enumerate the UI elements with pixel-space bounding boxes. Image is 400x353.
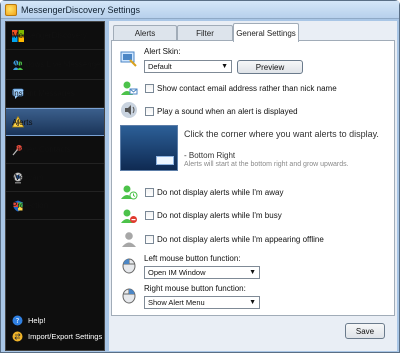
left-mouse-value: Open IM Window	[148, 268, 206, 277]
svg-text:?: ?	[16, 317, 20, 325]
offline-label: Do not display alerts while I'm appearin…	[157, 235, 324, 244]
corner-instructions: Click the corner where you want alerts t…	[184, 129, 379, 139]
right-mouse-value: Show Alert Menu	[148, 298, 205, 307]
corner-value: - Bottom Right	[184, 151, 236, 160]
sidebar-item-label: MessengerDiscovery	[12, 31, 87, 40]
tab-filter[interactable]: Filter	[177, 25, 233, 41]
help-link[interactable]: ? Help!	[6, 312, 104, 328]
left-mouse-select[interactable]: Open IM Window ▼	[144, 266, 260, 279]
tab-strip: Alerts Filter General Settings	[109, 23, 397, 42]
status-away-icon	[120, 183, 138, 201]
offline-checkbox[interactable]	[145, 235, 154, 244]
chevron-down-icon: ▼	[249, 299, 256, 306]
save-button[interactable]: Save	[345, 323, 385, 339]
alert-skin-select[interactable]: Default ▼	[144, 60, 232, 73]
right-mouse-select[interactable]: Show Alert Menu ▼	[144, 296, 260, 309]
sidebar-bottom-links: ? Help! Import/Export Settings	[6, 312, 104, 344]
sidebar-item-pinned-contacts[interactable]: Pinned Contacts	[6, 136, 104, 164]
show-email-label: Show contact email address rather than n…	[157, 84, 337, 93]
import-export-icon	[12, 331, 23, 342]
left-mouse-label: Left mouse button function:	[144, 254, 241, 263]
import-export-label: Import/Export Settings	[28, 331, 103, 341]
sidebar-item-label: Instant Messages	[12, 89, 75, 98]
chevron-down-icon: ▼	[249, 269, 256, 276]
busy-label: Do not display alerts while I'm busy	[157, 211, 282, 220]
sidebar-item-instant-messages[interactable]: Instant Messages	[6, 80, 104, 108]
away-label: Do not display alerts while I'm away	[157, 188, 284, 197]
sidebar-item-label: Pinned Contacts	[12, 145, 71, 154]
alert-skin-label: Alert Skin:	[144, 47, 181, 56]
status-busy-icon	[120, 207, 138, 225]
help-icon: ?	[12, 315, 23, 326]
content-area: Alerts Filter General Settings Alert Ski…	[109, 21, 397, 351]
tab-general-settings[interactable]: General Settings	[233, 23, 299, 42]
sidebar-item-label: Webcam	[12, 173, 44, 182]
chevron-down-icon: ▼	[221, 63, 228, 70]
sidebar-item-webcam[interactable]: Webcam	[6, 164, 104, 192]
sidebar-item-label: Alerts	[12, 117, 33, 127]
alert-position-marker	[156, 156, 174, 165]
left-mouse-icon	[120, 256, 138, 274]
corner-description: Alerts will start at the bottom right an…	[184, 161, 349, 168]
alert-corner-selector[interactable]	[120, 125, 178, 171]
sidebar-item-messengerdiscovery[interactable]: MessengerDiscovery	[6, 22, 104, 50]
sidebar-item-alerts[interactable]: Alerts	[6, 108, 104, 136]
app-icon	[5, 3, 17, 16]
tab-alerts[interactable]: Alerts	[113, 25, 177, 41]
preview-button[interactable]: Preview	[237, 60, 303, 74]
alert-skin-value: Default	[148, 62, 172, 71]
play-sound-checkbox[interactable]	[145, 107, 154, 116]
sidebar-item-protection[interactable]: Protection	[6, 192, 104, 220]
alert-skin-icon	[120, 50, 138, 68]
sidebar: MessengerDiscovery Windows Live Messenge…	[5, 21, 105, 351]
import-export-link[interactable]: Import/Export Settings	[6, 328, 104, 344]
play-sound-label: Play a sound when an alert is displayed	[157, 107, 298, 116]
right-mouse-label: Right mouse button function:	[144, 284, 246, 293]
away-checkbox[interactable]	[145, 188, 154, 197]
settings-window: MessengerDiscovery Settings MessengerDis…	[0, 0, 400, 353]
general-settings-panel: Alert Skin: Default ▼ Preview Show conta…	[111, 40, 395, 316]
speaker-icon	[120, 101, 138, 119]
contact-card-icon	[120, 79, 138, 97]
right-mouse-icon	[120, 286, 138, 304]
window-title: MessengerDiscovery Settings	[21, 4, 141, 15]
status-offline-icon	[120, 230, 138, 248]
sidebar-item-windows-live-messenger[interactable]: Windows Live Messenger	[6, 50, 104, 80]
show-email-checkbox[interactable]	[145, 84, 154, 93]
sidebar-item-label: Windows Live Messenger	[12, 60, 104, 69]
sidebar-item-label: Protection	[12, 201, 49, 210]
busy-checkbox[interactable]	[145, 211, 154, 220]
title-bar: MessengerDiscovery Settings	[1, 1, 399, 19]
help-link-label: Help!	[28, 315, 46, 325]
